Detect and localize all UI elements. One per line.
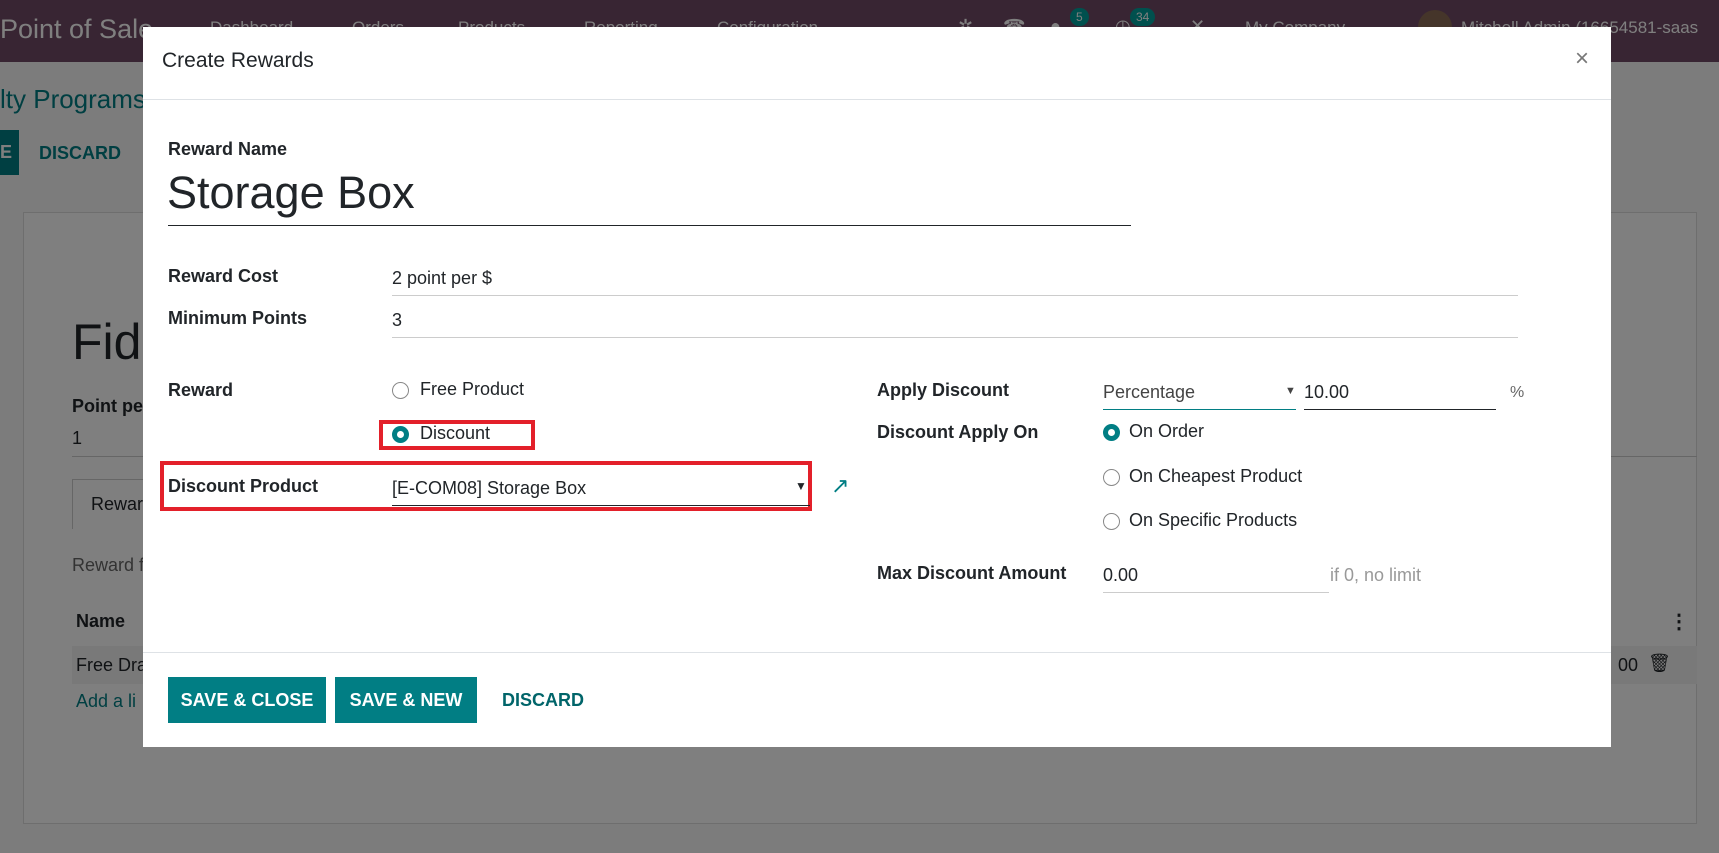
free-product-label[interactable]: Free Product — [420, 379, 524, 400]
caret-down-icon[interactable]: ▼ — [795, 479, 807, 493]
radio-on-order[interactable] — [1103, 424, 1120, 441]
radio-free-product[interactable] — [392, 382, 409, 399]
discount-product-label: Discount Product — [168, 476, 319, 496]
min-points-input[interactable]: 3 — [392, 310, 402, 331]
close-icon[interactable]: × — [1575, 45, 1589, 73]
max-discount-label: Max Discount Amount — [877, 563, 1067, 583]
on-order-label[interactable]: On Order — [1129, 421, 1204, 442]
discount-type-underline — [1103, 409, 1296, 410]
external-link-icon[interactable]: ↗ — [831, 473, 849, 499]
reward-name-input[interactable]: Storage Box — [167, 167, 415, 219]
discount-label[interactable]: Discount — [420, 423, 490, 444]
footer-divider — [143, 652, 1611, 653]
modal-title: Create Rewards — [162, 49, 314, 72]
discount-product-select[interactable]: [E-COM08] Storage Box — [392, 478, 586, 499]
percent-sign: % — [1510, 384, 1525, 401]
radio-on-cheapest[interactable] — [1103, 469, 1120, 486]
reward-cost-underline — [392, 295, 1518, 296]
reward-name-underline — [168, 225, 1131, 226]
max-discount-underline — [1103, 592, 1329, 593]
on-cheapest-label[interactable]: On Cheapest Product — [1129, 466, 1302, 487]
save-close-button[interactable]: SAVE & CLOSE — [168, 677, 326, 723]
reward-cost-input[interactable]: 2 point per $ — [392, 268, 492, 289]
discard-button[interactable]: DISCARD — [502, 690, 584, 711]
min-points-label: Minimum Points — [168, 308, 307, 328]
apply-discount-label: Apply Discount — [877, 380, 1010, 400]
on-specific-label[interactable]: On Specific Products — [1129, 510, 1297, 531]
discount-value-underline — [1304, 409, 1496, 410]
save-new-button[interactable]: SAVE & NEW — [335, 677, 477, 723]
radio-discount[interactable] — [392, 426, 409, 443]
reward-cost-label: Reward Cost — [168, 266, 279, 286]
discount-value-input[interactable]: 10.00 — [1304, 382, 1349, 403]
modal-header: Create Rewards × — [143, 27, 1611, 100]
caret-down-icon[interactable]: ▼ — [1285, 385, 1296, 397]
max-discount-hint: if 0, no limit — [1330, 565, 1422, 585]
min-points-underline — [392, 337, 1518, 338]
apply-on-label: Discount Apply On — [877, 422, 1039, 442]
reward-label: Reward — [168, 380, 234, 400]
radio-on-specific[interactable] — [1103, 513, 1120, 530]
create-rewards-dialog: Create Rewards × Reward Name Storage Box… — [143, 27, 1611, 747]
reward-name-label: Reward Name — [168, 139, 288, 159]
discount-product-underline — [392, 505, 810, 506]
max-discount-input[interactable]: 0.00 — [1103, 565, 1138, 586]
discount-type-select[interactable]: Percentage — [1103, 382, 1195, 403]
